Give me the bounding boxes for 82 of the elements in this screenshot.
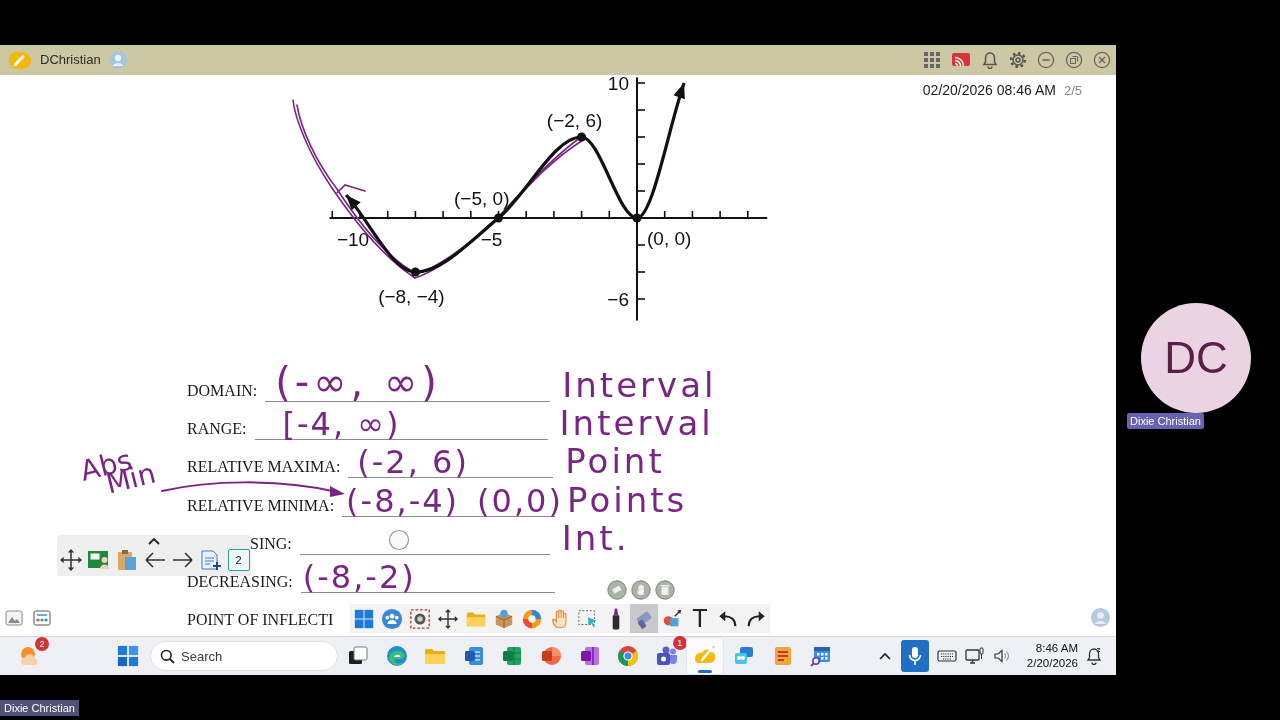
handwritten-answer: (-∞, ∞) — [275, 362, 441, 402]
pen-cursor-icon — [388, 529, 410, 551]
arrowhead-drawing — [673, 83, 685, 100]
keyboard-icon[interactable] — [936, 648, 957, 664]
worksheet-label: SING: — [250, 535, 292, 552]
eraser-icon[interactable] — [607, 580, 627, 600]
handwritten-answer: (-2, 6) — [357, 446, 469, 479]
move-icon — [437, 607, 459, 630]
page-button[interactable]: 2 — [227, 549, 250, 571]
presentation-icon[interactable] — [86, 548, 111, 572]
settings-icon[interactable] — [1009, 51, 1027, 69]
marker-icon — [612, 607, 620, 630]
participant-name: Dixie Christian — [0, 700, 79, 716]
people-icon — [381, 607, 403, 630]
image-icon[interactable] — [5, 609, 23, 627]
search-field[interactable]: Search — [150, 641, 338, 671]
participant-name: Dixie Christian — [1127, 413, 1204, 429]
notification-icon[interactable] — [1086, 647, 1102, 665]
network-icon[interactable] — [964, 647, 985, 665]
handwritten-note: Points — [567, 482, 688, 517]
bell-icon[interactable] — [981, 51, 999, 69]
point-label: (−5, 0) — [454, 188, 510, 209]
tick-label: 10 — [607, 75, 629, 94]
tick-label: −10 — [336, 229, 370, 250]
user-name: DChristian — [40, 51, 101, 70]
point-label: (−8, −4) — [378, 286, 445, 307]
caret-up-icon[interactable] — [147, 535, 161, 547]
taskbar-app-button[interactable]: 1 — [648, 638, 685, 674]
handwritten-note: Int. — [561, 520, 630, 555]
data-point — [494, 213, 503, 223]
microphone-button[interactable] — [900, 640, 929, 672]
cast-icon[interactable] — [951, 51, 971, 69]
hand-icon[interactable] — [631, 580, 651, 600]
grid-icon[interactable] — [923, 51, 941, 69]
text-tool-button[interactable]: T — [686, 604, 714, 633]
taskbar-time: 8:46 AM — [1035, 641, 1078, 656]
ball-icon — [521, 607, 543, 630]
browser-icon — [616, 644, 641, 668]
taskbar-date: 2/20/2026 — [1026, 656, 1078, 671]
package-icon — [493, 607, 515, 630]
handwritten-answer: [-4, ∞) — [282, 408, 401, 441]
class-board-icon[interactable] — [33, 609, 51, 627]
handwritten-note: Interval — [562, 368, 717, 402]
handwritten-answer: (0,0) — [477, 484, 563, 517]
notification-badge: 2 — [35, 637, 49, 651]
restore-icon[interactable] — [1065, 51, 1083, 69]
move-icon[interactable] — [58, 548, 83, 572]
data-point — [632, 213, 642, 223]
timestamp: 02/20/2026 08:46 AM — [922, 81, 1056, 100]
close-icon[interactable] — [1093, 51, 1111, 69]
start-icon — [117, 645, 139, 667]
start-icon — [353, 607, 375, 630]
point-label: (−2, 6) — [546, 110, 603, 131]
add-page-icon[interactable] — [198, 548, 223, 572]
worksheet-label: RANGE: — [187, 421, 247, 438]
search-icon — [160, 649, 175, 664]
notification-badge: 1 — [672, 636, 687, 650]
selection-icon — [577, 607, 599, 630]
browser-icon — [384, 644, 409, 668]
handwritten-answer: (-8,-4) — [346, 484, 460, 517]
screen-capture-icon — [409, 607, 431, 630]
worksheet-label: POINT OF INFLECTI — [187, 612, 334, 629]
handwritten-note: Point — [565, 444, 665, 479]
data-point — [410, 267, 420, 277]
point-label: (0, 0) — [647, 228, 692, 249]
handwritten-note: Interval — [559, 406, 714, 441]
worksheet-label: DOMAIN: — [187, 383, 258, 399]
people-app-icon — [654, 644, 679, 668]
arrowhead-drawing — [346, 195, 361, 211]
trash-icon[interactable] — [655, 580, 675, 600]
data-point — [577, 132, 587, 142]
tick-label: −6 — [607, 289, 629, 310]
worksheet-label: RELATIVE MINIMA: — [187, 497, 335, 514]
page-counter: 2/5 — [1063, 82, 1082, 100]
worksheet-label: DECREASING: — [187, 573, 293, 590]
tick-label: −5 — [480, 229, 503, 250]
minimize-icon[interactable] — [1037, 51, 1055, 69]
worksheet-label: RELATIVE MAXIMA: — [187, 459, 341, 476]
handwritten-answer: (-8,-2) — [302, 560, 416, 593]
initials-avatar: DC — [1141, 303, 1251, 413]
speaker-icon[interactable] — [992, 648, 1011, 664]
microphone-icon — [906, 646, 923, 666]
